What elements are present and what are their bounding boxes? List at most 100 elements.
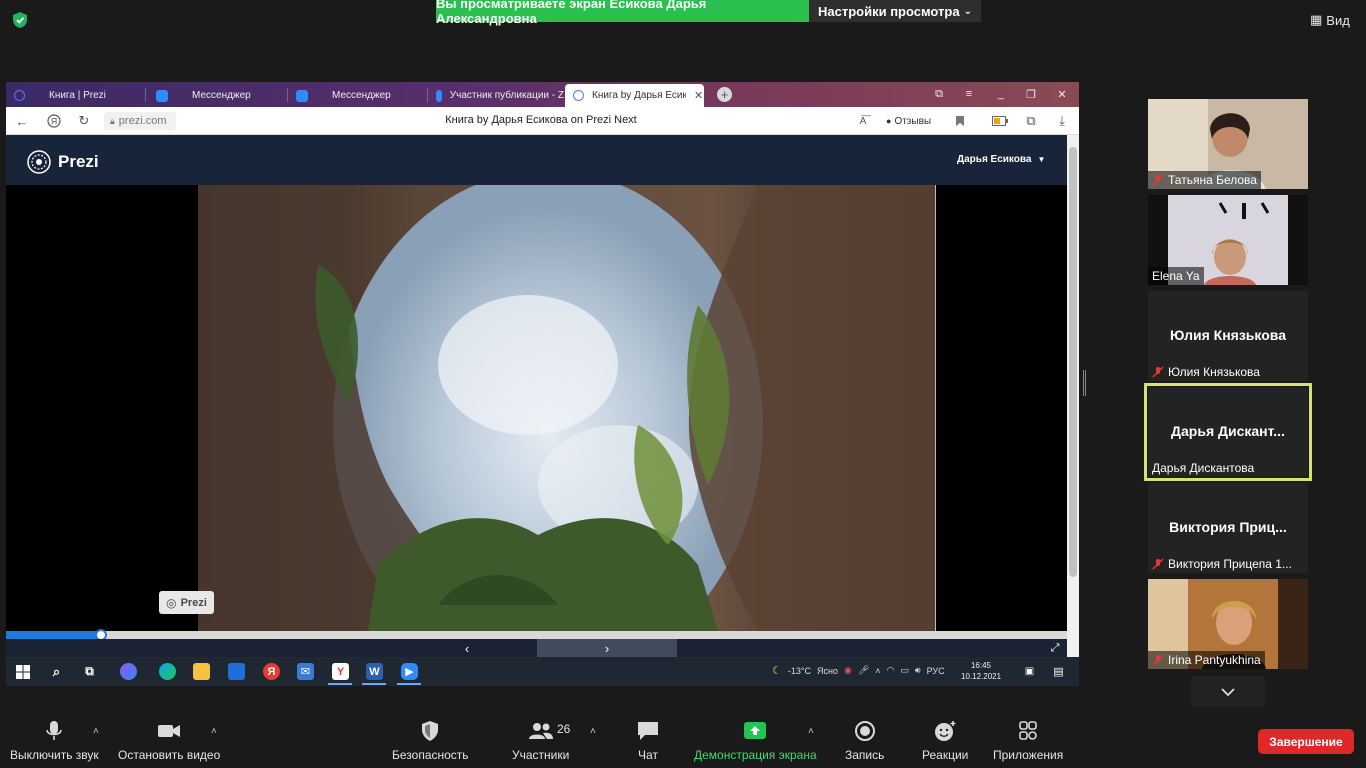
participants-options-caret-icon[interactable]: ˄ xyxy=(590,726,596,737)
apps-button[interactable]: Приложения xyxy=(993,720,1063,762)
close-tab-icon[interactable]: ✕ xyxy=(694,89,703,102)
weather-text: Ясно xyxy=(816,665,838,676)
participant-tile[interactable]: Виктория Приц... Виктория Прицепа 1... xyxy=(1148,483,1308,573)
prezi-favicon-icon xyxy=(14,90,25,101)
previous-step-button[interactable]: ‹ xyxy=(458,639,476,657)
tab-label: Участник публикации - Z xyxy=(449,90,564,101)
tab-messenger-1[interactable]: Мессенджер xyxy=(148,84,286,107)
presentation-progress-track[interactable] xyxy=(6,631,1067,639)
participant-name-label: Юлия Князькова xyxy=(1148,363,1264,381)
active-app-indicator xyxy=(397,683,421,685)
chevron-down-icon xyxy=(1221,687,1235,696)
prezi-logo[interactable]: Prezi xyxy=(26,149,99,175)
fullscreen-icon[interactable]: ⤢ xyxy=(1048,641,1062,655)
view-button[interactable]: ▦ Вид xyxy=(1310,10,1360,30)
yandex-browser-icon[interactable]: Я xyxy=(263,663,280,680)
minimize-icon[interactable]: _ xyxy=(993,86,1009,102)
reload-icon[interactable]: ↻ xyxy=(76,113,92,129)
collections-icon[interactable]: ⧉ xyxy=(931,86,947,102)
language-indicator[interactable]: РУС xyxy=(927,666,945,676)
yandex-icon[interactable]: Y xyxy=(332,663,349,680)
participant-name: Юлия Князькова xyxy=(1168,365,1260,379)
file-explorer-icon[interactable] xyxy=(193,663,210,680)
extensions-icon[interactable]: ⧉ xyxy=(1023,113,1039,129)
participant-tile[interactable]: Irina Pantyukhina xyxy=(1148,579,1308,669)
prezi-user-menu[interactable]: Дарья Есикова ▼ xyxy=(957,154,1045,165)
prezi-stage[interactable] xyxy=(6,185,1067,631)
bookmark-icon[interactable] xyxy=(952,113,968,129)
new-tab-button[interactable]: + xyxy=(717,87,732,102)
share-screen-button[interactable]: Демонстрация экрана xyxy=(694,720,817,762)
alice-icon[interactable] xyxy=(120,663,137,680)
windows-start-icon[interactable] xyxy=(14,663,31,680)
record-button[interactable]: Запись xyxy=(845,720,884,762)
participant-tile[interactable]: Elena Ya xyxy=(1148,195,1308,285)
browser-tab-bar: Книга | Prezi Мессенджер Мессенджер Учас… xyxy=(6,82,1079,107)
security-button[interactable]: Безопасность xyxy=(392,720,469,762)
end-meeting-button[interactable]: Завершение xyxy=(1258,729,1354,754)
back-arrow-icon[interactable]: ← xyxy=(14,113,30,129)
more-participants-button[interactable] xyxy=(1191,676,1265,707)
url-text: prezi.com xyxy=(118,115,167,127)
action-center-icon[interactable]: ▤ xyxy=(1050,663,1067,680)
taskbar-clock[interactable]: 16:45 10.12.2021 xyxy=(961,660,1001,682)
yandex-icon[interactable]: Я xyxy=(46,113,62,129)
share-screen-icon xyxy=(744,722,767,739)
tab-separator xyxy=(145,88,146,102)
prezi-watermark-badge[interactable]: ◎ Prezi xyxy=(159,591,214,614)
download-icon[interactable]: ⤓ xyxy=(1054,113,1070,129)
chevron-up-icon[interactable]: ˄ xyxy=(875,666,880,676)
url-field[interactable]: 🔒︎ prezi.com xyxy=(104,112,176,130)
video-options-caret-icon[interactable]: ˄ xyxy=(211,726,217,737)
scrollbar-thumb[interactable] xyxy=(1069,147,1077,577)
share-options-caret-icon[interactable]: ˄ xyxy=(808,726,814,737)
chat-label: Чат xyxy=(638,748,658,762)
tab-prezi-active[interactable]: Книга by Дарья Есиков ✕ xyxy=(565,84,704,107)
restore-icon[interactable]: ❐ xyxy=(1023,86,1039,102)
next-step-button[interactable]: › xyxy=(537,639,677,657)
participant-name-label: Виктория Прицепа 1... xyxy=(1148,555,1296,573)
store-icon[interactable] xyxy=(228,663,245,680)
speaker-icon[interactable]: 🔊︎ xyxy=(915,665,921,676)
share-screen-label: Демонстрация экрана xyxy=(694,748,817,762)
page-scrollbar[interactable] xyxy=(1067,135,1079,657)
zoom-app-icon[interactable]: ▶ xyxy=(401,663,418,680)
translate-icon[interactable]: A͞ xyxy=(855,113,871,129)
reactions-button[interactable]: Реакции xyxy=(922,720,968,762)
battery-icon[interactable] xyxy=(992,113,1008,129)
close-window-icon[interactable]: ✕ xyxy=(1054,86,1070,102)
chat-button[interactable]: Чат xyxy=(635,720,661,762)
page-title: Книга by Дарья Есикова on Prezi Next xyxy=(445,114,637,126)
edge-icon[interactable] xyxy=(159,663,176,680)
word-icon[interactable]: W xyxy=(366,663,383,680)
view-button-label: Вид xyxy=(1326,12,1350,28)
participant-name: Татьяна Белова xyxy=(1168,173,1257,187)
apps-icon xyxy=(1019,721,1037,740)
task-view-icon[interactable]: ⧉ xyxy=(81,663,98,680)
audio-options-caret-icon[interactable]: ˄ xyxy=(93,726,99,737)
stage-divider xyxy=(935,185,936,631)
tab-messenger-2[interactable]: Мессенджер xyxy=(288,84,426,107)
stop-video-button[interactable]: Остановить видео xyxy=(118,720,220,762)
tab-publication-participant[interactable]: Участник публикации - Z xyxy=(428,84,564,107)
tab-prezi-book[interactable]: Книга | Prezi xyxy=(6,84,143,107)
view-settings-button[interactable]: Настройки просмотра ⌄ xyxy=(809,0,981,22)
mute-button[interactable]: Выключить звук xyxy=(10,720,99,762)
mic-muted-icon xyxy=(1152,558,1164,570)
antivirus-icon[interactable]: ◉ xyxy=(844,665,852,676)
participant-tile[interactable]: Татьяна Белова xyxy=(1148,99,1308,189)
mail-icon[interactable]: ✉ xyxy=(297,663,314,680)
search-icon[interactable]: ⌕ xyxy=(48,663,65,680)
reviews-button[interactable]: ● Отзывы xyxy=(886,113,936,129)
menu-icon[interactable]: ≡ xyxy=(961,86,977,102)
security-shield-icon[interactable] xyxy=(10,10,30,30)
participant-display-name: Юлия Князькова xyxy=(1170,327,1286,343)
battery-tray-icon[interactable]: ▭ xyxy=(900,665,909,676)
microphone-tray-icon[interactable]: 🎤︎ xyxy=(858,665,869,676)
notification-preview-icon[interactable]: ▣ xyxy=(1021,663,1038,680)
panel-resize-handle[interactable] xyxy=(1083,370,1086,396)
presentation-controls: ‹ › ⤢ xyxy=(6,639,1067,657)
zoom-favicon-icon xyxy=(296,89,308,102)
participant-tile[interactable]: Юлия Князькова Юлия Князькова xyxy=(1148,291,1308,381)
wifi-icon[interactable]: ◠ xyxy=(887,665,895,676)
